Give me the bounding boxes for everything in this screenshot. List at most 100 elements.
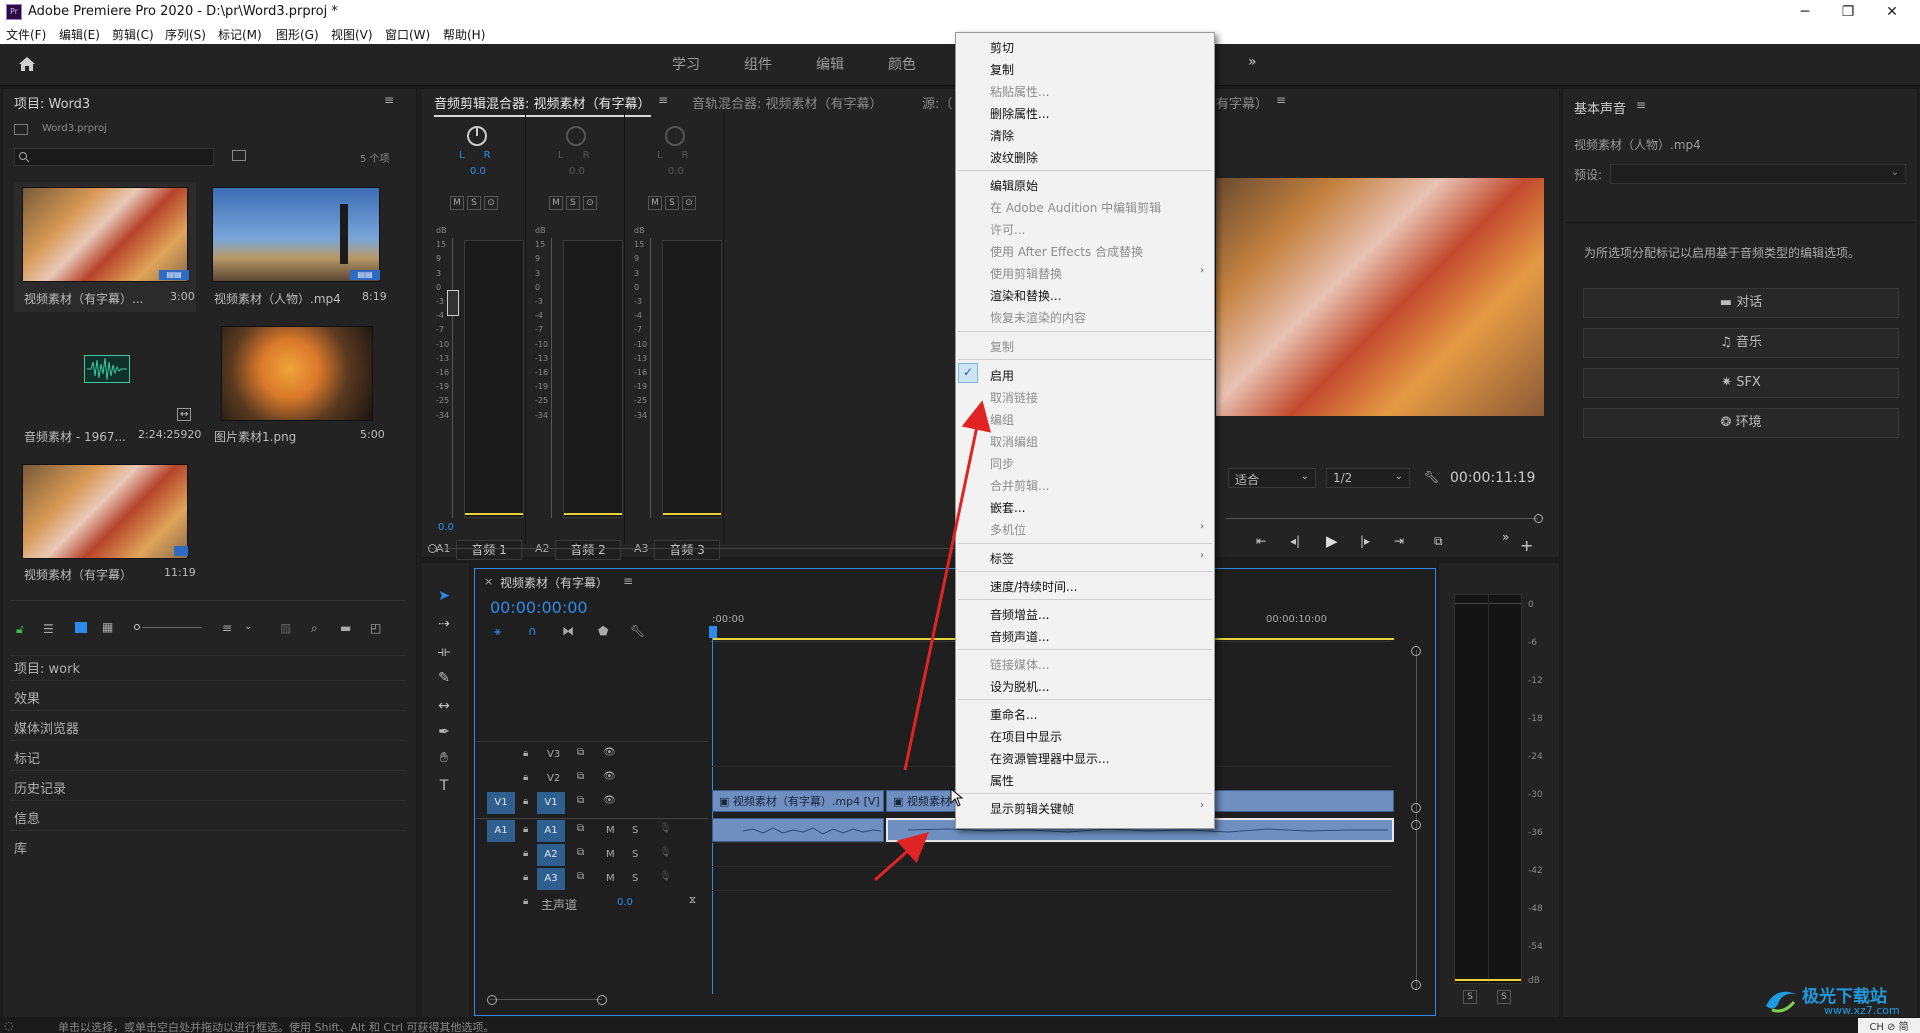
sync-lock-icon[interactable]: ⧉ (577, 795, 584, 806)
menu-sequence[interactable]: 序列(S) (165, 26, 206, 43)
mute-button[interactable]: M (606, 873, 615, 884)
project-item-card[interactable]: ▤▤ 视频素材（人物）.mp4 8:19 (202, 182, 390, 312)
solo-button[interactable]: S (665, 196, 679, 210)
ambience-button[interactable]: ❂ 环境 (1583, 408, 1899, 438)
menu-item-copy[interactable]: 复制 (990, 61, 1014, 78)
scroll-handle[interactable] (1411, 646, 1421, 656)
program-scrubber[interactable] (1226, 518, 1538, 519)
solo-button[interactable]: S (632, 873, 638, 884)
program-timecode[interactable]: 00:00:11:19 (1450, 470, 1535, 486)
track-target-v1[interactable]: V1 (537, 792, 565, 814)
mute-button[interactable]: M (606, 825, 615, 836)
mic-icon[interactable]: 🎙︎ (659, 823, 672, 834)
scroll-handle[interactable] (1411, 803, 1421, 813)
pan-value[interactable]: 0.0 (668, 166, 684, 177)
solo-button[interactable]: S (632, 849, 638, 860)
solo-button[interactable]: S (566, 196, 580, 210)
menu-view[interactable]: 视图(V) (331, 26, 373, 43)
menu-item-nest[interactable]: 嵌套... (990, 499, 1025, 516)
mute-button[interactable]: M (549, 196, 563, 210)
panel-menu-icon[interactable]: ≡ (658, 93, 668, 107)
scroll-handle[interactable] (597, 995, 607, 1005)
mute-button[interactable]: M (648, 196, 662, 210)
chevron-down-icon[interactable]: ⌄ (244, 621, 252, 632)
track-target-a3[interactable]: A3 (537, 868, 565, 890)
volume-fader[interactable] (447, 290, 459, 316)
nav-markers[interactable]: 标记 (14, 748, 40, 767)
sync-lock-icon[interactable]: ⧉ (577, 747, 584, 758)
go-to-out-icon[interactable]: ⇥ (1394, 534, 1404, 548)
solo-button[interactable]: S (467, 196, 481, 210)
go-to-in-icon[interactable]: ⇤ (1256, 534, 1266, 548)
menu-marker[interactable]: 标记(M) (218, 26, 262, 43)
menu-item-edit-in-audition[interactable]: 在 Adobe Audition 中编辑剪辑 (990, 199, 1161, 216)
menu-item-render-and-replace[interactable]: 渲染和替换... (990, 287, 1061, 304)
nav-media-browser[interactable]: 媒体浏览器 (14, 718, 79, 737)
lock-icon[interactable]: 🔒︎ (523, 896, 528, 907)
nav-libraries[interactable]: 库 (14, 838, 27, 857)
sync-lock-icon[interactable]: ⧉ (577, 823, 584, 834)
menu-item-rename[interactable]: 重命名... (990, 706, 1037, 723)
menu-item-link-media[interactable]: 链接媒体... (990, 656, 1049, 673)
menu-item-synchronize[interactable]: 同步 (990, 455, 1014, 472)
close-button[interactable]: ✕ (1882, 2, 1902, 22)
lock-icon[interactable]: 🔓︎ (16, 622, 24, 637)
panel-menu-icon[interactable]: ≡ (1276, 93, 1286, 107)
mic-icon[interactable]: 🎙︎ (659, 871, 672, 882)
pan-knob[interactable] (467, 126, 487, 146)
menu-item-enable[interactable]: 启用 (990, 367, 1014, 384)
project-search-input[interactable] (14, 148, 214, 166)
menu-item-show-clip-keyframes[interactable]: 显示剪辑关键帧 (990, 800, 1074, 817)
menu-graphics[interactable]: 图形(G) (276, 26, 319, 43)
record-button[interactable]: ⊙ (583, 196, 597, 210)
playhead-handle[interactable] (709, 626, 717, 638)
source-patch-v1[interactable]: V1 (487, 792, 515, 814)
tab-program-suffix[interactable]: 有字幕） (1216, 93, 1268, 112)
new-bin-icon[interactable] (232, 150, 246, 161)
audio-clip[interactable] (712, 818, 884, 842)
menu-clip[interactable]: 剪辑(C) (112, 26, 154, 43)
menu-item-cut[interactable]: 剪切 (990, 39, 1014, 56)
add-button-icon[interactable]: + (1520, 536, 1533, 555)
pen-tool-icon[interactable]: ✒ (432, 720, 456, 744)
menu-edit[interactable]: 编辑(E) (59, 26, 100, 43)
sort-icon[interactable]: ≡ (222, 621, 232, 635)
menu-item-ungroup[interactable]: 取消编组 (990, 433, 1038, 450)
lock-icon[interactable]: 🔒︎ (523, 824, 528, 835)
master-value[interactable]: 0.0 (617, 897, 633, 908)
scrubber-handle[interactable] (1534, 514, 1543, 523)
zoom-slider[interactable] (142, 627, 202, 628)
panel-menu-icon[interactable]: ≡ (623, 574, 633, 588)
timeline-timecode[interactable]: 00:00:00:00 (490, 598, 588, 617)
freeform-view-icon[interactable]: ▦ (102, 620, 113, 634)
lock-icon[interactable]: 🔒︎ (523, 872, 528, 883)
hand-tool-icon[interactable]: ✋︎ (432, 746, 456, 770)
slip-tool-icon[interactable]: ↔ (432, 694, 456, 718)
project-item-card[interactable]: 图片素材1.png 5:00 (202, 320, 390, 450)
sequence-tab[interactable]: 视频素材（有字幕） (500, 574, 608, 591)
play-icon[interactable]: ▶ (1326, 532, 1338, 550)
sfx-button[interactable]: ✷ SFX (1583, 368, 1899, 398)
fit-dropdown[interactable]: 适合 ⌄ (1228, 468, 1316, 488)
workspace-assembly[interactable]: 组件 (744, 54, 772, 74)
source-patch-a1[interactable]: A1 (487, 820, 515, 842)
pan-value[interactable]: 0.0 (470, 166, 486, 177)
lock-icon[interactable]: 🔒︎ (523, 772, 528, 783)
menu-item-audio-channels[interactable]: 音频声道... (990, 628, 1049, 645)
menu-item-properties[interactable]: 属性 (990, 772, 1014, 789)
list-view-icon[interactable]: ☰ (43, 622, 54, 636)
menu-item-make-offline[interactable]: 设为脱机... (990, 678, 1049, 695)
menu-help[interactable]: 帮助(H) (443, 26, 485, 43)
menu-window[interactable]: 窗口(W) (385, 26, 430, 43)
music-button[interactable]: ♫ 音乐 (1583, 328, 1899, 358)
menu-item-license[interactable]: 许可... (990, 221, 1025, 238)
project-item-card[interactable]: 视频素材（有字幕） 11:19 (14, 458, 196, 588)
panel-menu-icon[interactable]: ≡ (1636, 98, 1646, 112)
project-panel-title[interactable]: 项目: Word3 (14, 93, 90, 112)
scroll-handle[interactable] (1411, 820, 1421, 830)
new-bin-button-icon[interactable]: ▬ (340, 621, 351, 635)
scroll-handle[interactable] (487, 995, 497, 1005)
step-back-icon[interactable]: ◂| (1290, 534, 1300, 548)
mic-icon[interactable]: 🎙︎ (659, 847, 672, 858)
step-forward-icon[interactable]: |▸ (1360, 534, 1370, 548)
